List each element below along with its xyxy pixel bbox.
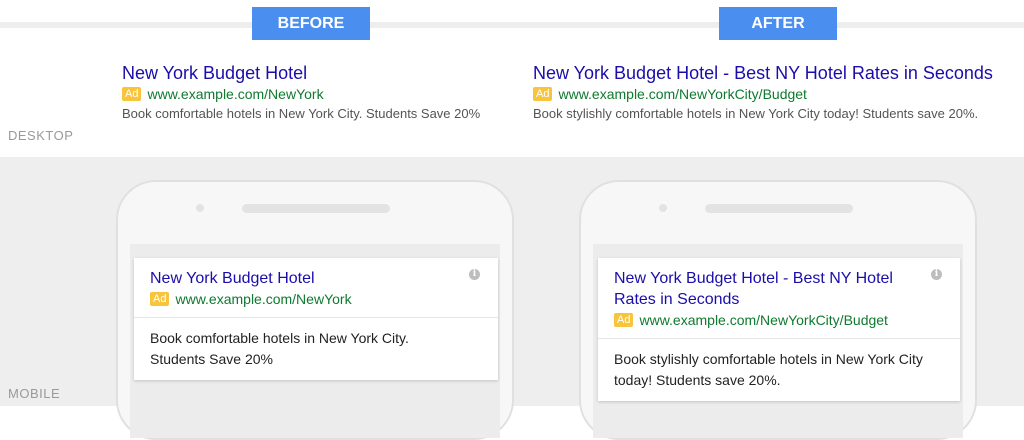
- ad-display-url[interactable]: www.example.com/NewYorkCity/Budget: [639, 312, 887, 328]
- desktop-ad-after: New York Budget Hotel - Best NY Hotel Ra…: [533, 62, 993, 121]
- mobile-section-label: MOBILE: [8, 386, 61, 401]
- ad-description: Book comfortable hotels in New York City…: [150, 330, 409, 367]
- mobile-ad-before: New York Budget Hotel Ad www.example.com…: [134, 258, 498, 380]
- desktop-section-label: DESKTOP: [8, 128, 74, 143]
- after-badge: AFTER: [719, 7, 837, 40]
- ad-tag: Ad: [533, 87, 553, 101]
- ad-tag: Ad: [122, 87, 142, 101]
- ad-title-link[interactable]: New York Budget Hotel - Best NY Hotel Ra…: [614, 268, 924, 310]
- phone-camera: [659, 204, 667, 212]
- mobile-ad-header: New York Budget Hotel - Best NY Hotel Ra…: [598, 258, 960, 338]
- ad-tag: Ad: [614, 313, 634, 327]
- before-badge: BEFORE: [252, 7, 370, 40]
- ad-display-url[interactable]: www.example.com/NewYorkCity/Budget: [558, 86, 806, 102]
- ad-url-row: Ad www.example.com/NewYorkCity/Budget: [614, 312, 944, 328]
- ad-display-url[interactable]: www.example.com/NewYork: [175, 291, 351, 307]
- mobile-ad-after: New York Budget Hotel - Best NY Hotel Ra…: [598, 258, 960, 401]
- ad-url-row: Ad www.example.com/NewYork: [150, 291, 482, 307]
- ad-title-link[interactable]: New York Budget Hotel: [150, 268, 482, 289]
- desktop-ad-before: New York Budget Hotel Ad www.example.com…: [122, 62, 480, 121]
- ad-display-url[interactable]: www.example.com/NewYork: [147, 86, 323, 102]
- ad-description: Book stylishly comfortable hotels in New…: [614, 351, 923, 388]
- phone-speaker: [705, 204, 853, 213]
- ad-url-row: Ad www.example.com/NewYork: [122, 86, 480, 102]
- phone-speaker: [242, 204, 390, 213]
- ad-title-link[interactable]: New York Budget Hotel: [122, 62, 480, 84]
- top-divider: [0, 22, 1024, 28]
- info-icon[interactable]: i: [469, 269, 480, 280]
- mobile-ad-header: New York Budget Hotel Ad www.example.com…: [134, 258, 498, 317]
- ad-url-row: Ad www.example.com/NewYorkCity/Budget: [533, 86, 993, 102]
- phone-camera: [196, 204, 204, 212]
- ad-title-link[interactable]: New York Budget Hotel - Best NY Hotel Ra…: [533, 62, 993, 84]
- info-icon[interactable]: i: [931, 269, 942, 280]
- ad-description: Book stylishly comfortable hotels in New…: [533, 106, 979, 121]
- ad-description: Book comfortable hotels in New York City…: [122, 106, 481, 121]
- ad-tag: Ad: [150, 292, 170, 306]
